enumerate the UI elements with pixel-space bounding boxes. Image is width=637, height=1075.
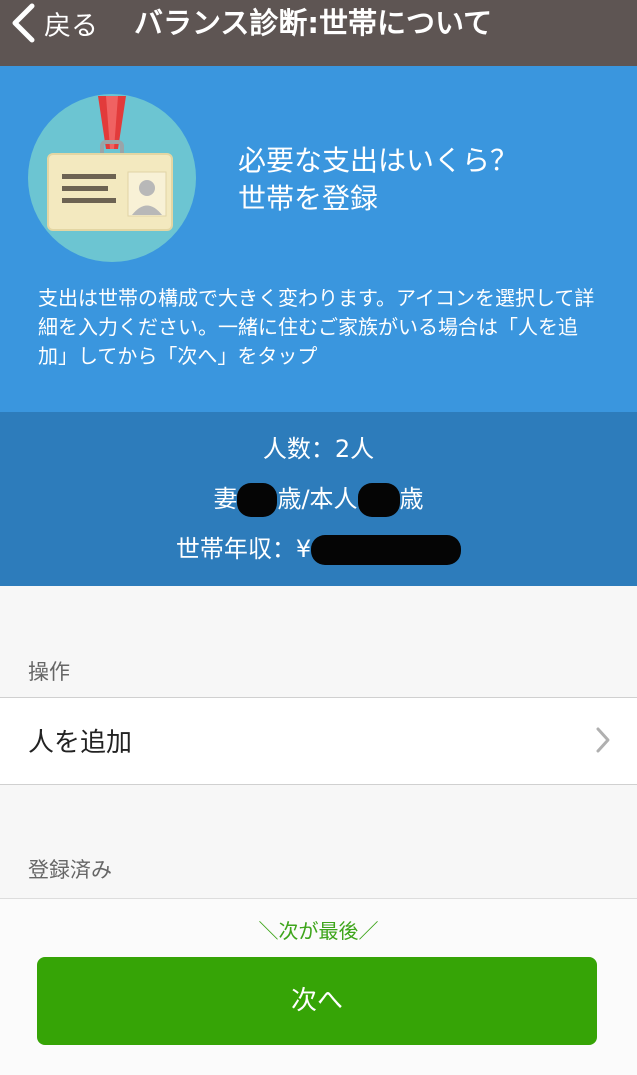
last-step-hint: ＼次が最後／ bbox=[258, 919, 379, 943]
page-title: バランス診断:世帯について bbox=[134, 6, 493, 40]
section-header-operations: 操作 bbox=[28, 660, 70, 684]
self-age-unit: 歳 bbox=[399, 485, 424, 513]
next-button[interactable]: 次へ bbox=[37, 957, 597, 1045]
hero-heading: 必要な支出はいくら？ 世帯を登録 bbox=[238, 142, 518, 218]
chevron-right-icon bbox=[596, 727, 610, 753]
wife-age-unit: 歳 bbox=[277, 485, 302, 513]
back-label: 戻る bbox=[44, 10, 98, 42]
redacted-income bbox=[311, 535, 462, 565]
hero-description: 支出は世帯の構成で大きく変わります。アイコンを選択して詳細を入力ください。一緒に… bbox=[38, 286, 595, 368]
back-button[interactable]: 戻る bbox=[10, 0, 98, 46]
id-card-icon bbox=[28, 94, 196, 262]
footer-bar: ＼次が最後／ 次へ bbox=[0, 898, 637, 1075]
add-person-row[interactable]: 人を追加 bbox=[0, 697, 637, 785]
age-summary: 妻歳/本人歳 bbox=[0, 482, 637, 517]
self-label: /本人 bbox=[301, 485, 358, 513]
household-summary: 人数：2人 妻歳/本人歳 世帯年収：¥ bbox=[0, 412, 637, 586]
hero-heading-line-2: 世帯を登録 bbox=[238, 182, 379, 215]
people-count: 人数：2人 bbox=[262, 435, 375, 463]
add-person-label: 人を追加 bbox=[28, 728, 133, 758]
household-income: 世帯年収：¥ bbox=[0, 532, 637, 566]
redacted-self-age bbox=[357, 483, 400, 517]
income-label: 世帯年収：¥ bbox=[175, 535, 312, 563]
hero-heading-line-1: 必要な支出はいくら？ bbox=[238, 144, 519, 177]
redacted-wife-age bbox=[237, 483, 278, 517]
chevron-left-icon bbox=[12, 3, 35, 43]
hero-banner: 必要な支出はいくら？ 世帯を登録 支出は世帯の構成で大きく変わります。アイコンを… bbox=[0, 66, 637, 412]
navigation-bar: 戻る バランス診断:世帯について bbox=[0, 0, 637, 66]
section-header-registered: 登録済み bbox=[28, 858, 112, 882]
wife-label: 妻 bbox=[213, 485, 238, 513]
